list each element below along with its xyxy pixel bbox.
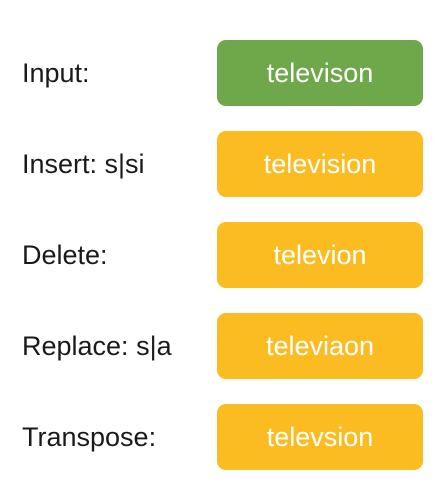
- replace-word-box: televiaon: [217, 313, 423, 379]
- input-word-box: televison: [217, 40, 423, 106]
- row-transpose: Transpose: televsion: [0, 404, 446, 470]
- row-insert: Insert: s|si television: [0, 131, 446, 197]
- delete-label: Delete:: [22, 240, 108, 270]
- transpose-word-box: televsion: [217, 404, 423, 470]
- row-replace: Replace: s|a televiaon: [0, 313, 446, 379]
- insert-label: Insert: s|si: [22, 149, 145, 179]
- transpose-label: Transpose:: [22, 422, 157, 452]
- replace-label: Replace: s|a: [22, 331, 172, 361]
- row-input: Input: televison: [0, 40, 446, 106]
- row-delete: Delete: televion: [0, 222, 446, 288]
- input-label: Input:: [22, 58, 90, 88]
- insert-word-box: television: [217, 131, 423, 197]
- delete-word-box: televion: [217, 222, 423, 288]
